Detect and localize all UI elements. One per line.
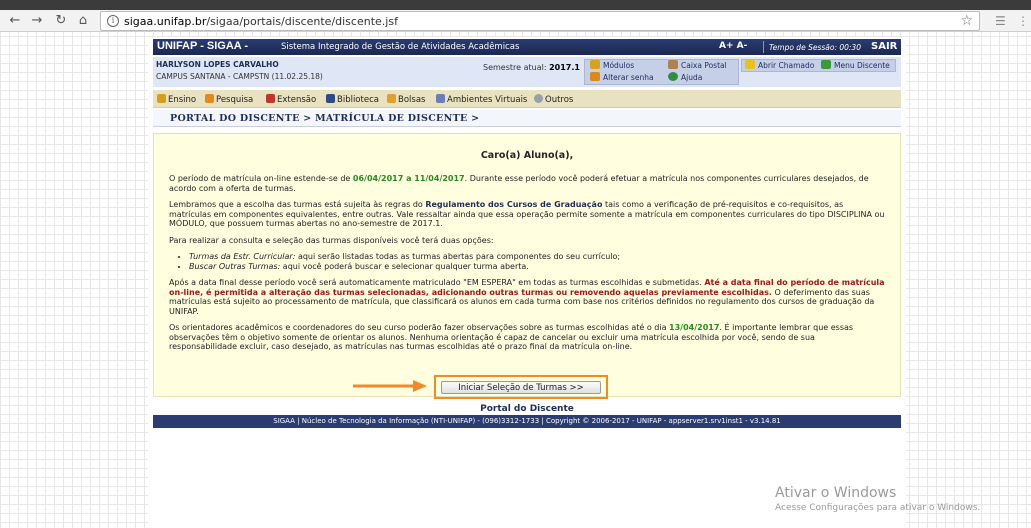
address-bar[interactable]: i sigaa.unifap.br/sigaa/portais/discente… — [100, 11, 980, 31]
key-icon — [590, 72, 600, 81]
rules-text-a: Lembramos que a escolha das turmas está … — [169, 200, 426, 209]
waiting-text-a: Após a data final desse período você ser… — [169, 278, 705, 287]
menu-biblioteca[interactable]: Biblioteca — [326, 94, 379, 105]
abrir-chamado-button[interactable]: Abrir Chamado — [745, 60, 814, 71]
browser-toolbar: ← → ↻ ⌂ i sigaa.unifap.br/sigaa/portais/… — [0, 10, 1031, 32]
page-footer: SIGAA | Núcleo de Tecnologia da Informaç… — [153, 415, 901, 428]
regulamento-link[interactable]: Regulamento dos Cursos de Graduação — [425, 200, 602, 209]
ambientes-icon — [436, 94, 445, 103]
menu-pesquisa-label: Pesquisa — [216, 95, 254, 105]
current-semester: Semestre atual: 2017.1 — [483, 63, 580, 72]
breadcrumb: PORTAL DO DISCENTE > MATRÍCULA DE DISCEN… — [153, 110, 901, 127]
option-buscar-turmas-text: aqui você poderá buscar e selecionar qua… — [280, 261, 529, 271]
menu-pesquisa[interactable]: Pesquisa — [205, 94, 253, 105]
options-list: Turmas da Estr. Curricular: aqui serão l… — [169, 252, 885, 271]
menu-biblioteca-label: Biblioteca — [337, 95, 379, 105]
browser-menu-icon[interactable]: ⋮ — [1017, 14, 1029, 28]
watermark-title: Ativar o Windows — [775, 485, 897, 501]
menu-ambientes-label: Ambientes Virtuais — [447, 95, 528, 105]
outros-icon — [534, 94, 543, 103]
notice-paragraph-period: O período de matrícula on-line estende-s… — [169, 174, 885, 193]
menu-discente-label: Menu Discente — [834, 61, 890, 70]
option-buscar-turmas-label: Buscar Outras Turmas: — [189, 261, 281, 271]
menu-outros[interactable]: Outros — [534, 94, 573, 105]
windows-activation-watermark: Ativar o Windows Acesse Configurações pa… — [775, 485, 980, 513]
modulos-label: Módulos — [603, 61, 635, 70]
window-titlebar — [0, 0, 1031, 10]
start-selection-highlight: Iniciar Seleção de Turmas >> — [434, 375, 608, 399]
watermark-subtitle: Acesse Configurações para ativar o Windo… — [775, 503, 981, 513]
ticket-icon — [745, 60, 755, 69]
bookmark-star-icon[interactable]: ☆ — [960, 13, 973, 29]
menu-discente-button[interactable]: Menu Discente — [821, 60, 890, 71]
user-name: HARLYSON LOPES CARVALHO — [156, 60, 279, 69]
modulos-button[interactable]: Módulos — [590, 60, 634, 71]
alterar-senha-button[interactable]: Alterar senha — [590, 72, 654, 83]
menu-extensao[interactable]: Extensão — [266, 94, 316, 105]
modules-icon — [590, 60, 600, 69]
biblioteca-icon — [326, 94, 335, 103]
session-timer: Tempo de Sessão: 00:30 — [769, 43, 861, 52]
notice-paragraph-advisors: Os orientadores acadêmicos e coordenador… — [169, 323, 885, 352]
period-text-a: O período de matrícula on-line estende-s… — [169, 174, 353, 183]
mailbox-icon — [668, 60, 678, 69]
notice-greeting: Caro(a) Aluno(a), — [480, 150, 574, 161]
pesquisa-icon — [205, 94, 214, 103]
caixa-postal-label: Caixa Postal — [681, 61, 727, 70]
breadcrumb-text[interactable]: PORTAL DO DISCENTE > MATRÍCULA DE DISCEN… — [170, 113, 479, 124]
menu-bolsas-label: Bolsas — [398, 95, 426, 105]
notice-paragraph-waiting: Após a data final desse período você ser… — [169, 278, 885, 316]
enrollment-notice: Caro(a) Aluno(a), O período de matrícula… — [153, 133, 901, 397]
menu-ensino[interactable]: Ensino — [157, 94, 196, 105]
reload-icon[interactable]: ↻ — [52, 12, 70, 30]
system-name: Sistema Integrado de Gestão de Atividade… — [281, 42, 520, 52]
ajuda-label: Ajuda — [681, 73, 703, 82]
bolsas-icon — [387, 94, 396, 103]
user-info-bar: HARLYSON LOPES CARVALHO CAMPUS SANTANA -… — [153, 57, 901, 87]
header-divider — [763, 41, 764, 53]
menu-bolsas[interactable]: Bolsas — [387, 94, 425, 105]
option-estr-curricular-text: aqui serão listadas todas as turmas aber… — [295, 252, 621, 261]
menu-extensao-label: Extensão — [277, 95, 317, 105]
url-text: sigaa.unifap.br/sigaa/portais/discente/d… — [124, 15, 398, 28]
url-host: sigaa.unifap.br — [124, 15, 207, 28]
extension-icon[interactable]: ☰ — [995, 14, 1006, 28]
home-icon[interactable]: ⌂ — [74, 12, 92, 30]
alterar-senha-label: Alterar senha — [603, 73, 654, 82]
menu-outros-label: Outros — [545, 95, 574, 105]
font-size-controls[interactable]: A+ A- — [719, 41, 747, 51]
notice-paragraph-options: Para realizar a consulta e seleção das t… — [169, 235, 494, 245]
start-selection-button[interactable]: Iniciar Seleção de Turmas >> — [441, 381, 601, 394]
portal-discente-link[interactable]: Portal do Discente — [153, 404, 901, 414]
menu-ensino-label: Ensino — [168, 95, 197, 105]
back-arrow-icon[interactable]: ← — [6, 12, 24, 30]
sigaa-page: UNIFAP - SIGAA - Sistema Integrado de Ge… — [148, 37, 906, 528]
menu-icon — [821, 60, 831, 69]
main-menu: Ensino Pesquisa Extensão Biblioteca Bols… — [153, 90, 901, 108]
system-header: UNIFAP - SIGAA - Sistema Integrado de Ge… — [153, 39, 901, 55]
info-icon[interactable]: i — [107, 15, 119, 27]
list-item: Turmas da Estr. Curricular: aqui serão l… — [189, 252, 885, 262]
caixa-postal-button[interactable]: Caixa Postal — [668, 60, 727, 71]
ajuda-button[interactable]: Ajuda — [668, 72, 702, 83]
semester-label: Semestre atual: — [483, 63, 547, 72]
advisors-text-a: Os orientadores acadêmicos e coordenador… — [169, 323, 670, 332]
url-path: /sigaa/portais/discente/discente.jsf — [206, 15, 398, 28]
list-item: Buscar Outras Turmas: aqui você poderá b… — [189, 262, 885, 272]
orange-arrow-icon — [353, 380, 427, 392]
logout-link[interactable]: SAIR — [871, 41, 897, 52]
abrir-chamado-label: Abrir Chamado — [758, 61, 815, 70]
brand-title: UNIFAP - SIGAA - — [157, 40, 249, 52]
ensino-icon — [157, 94, 166, 103]
option-estr-curricular-label: Turmas da Estr. Curricular: — [189, 252, 296, 261]
help-icon — [668, 72, 678, 81]
user-campus: CAMPUS SANTANA - CAMPSTN (11.02.25.18) — [156, 72, 323, 81]
period-dates: 06/04/2017 a 11/04/2017 — [352, 174, 465, 183]
semester-value: 2017.1 — [549, 63, 580, 72]
menu-ambientes-virtuais[interactable]: Ambientes Virtuais — [436, 94, 527, 105]
forward-arrow-icon[interactable]: → — [28, 12, 46, 30]
advisors-date: 13/04/2017 — [669, 323, 720, 332]
notice-paragraph-rules: Lembramos que a escolha das turmas está … — [169, 200, 885, 229]
extensao-icon — [266, 94, 275, 103]
